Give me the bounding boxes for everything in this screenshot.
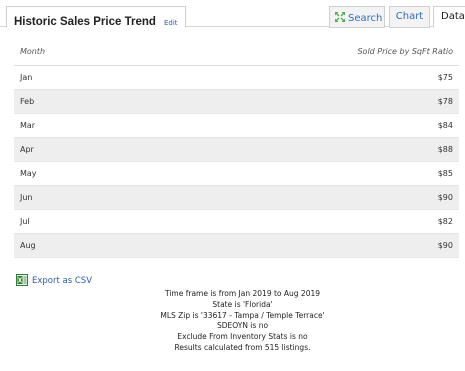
tab-data[interactable]: Data xyxy=(433,6,465,28)
table-row: May $85 xyxy=(14,162,459,186)
price-cell: $75 xyxy=(437,73,453,82)
table-row: Jun $90 xyxy=(14,186,459,210)
search-summary: Time frame is from Jan 2019 to Aug 2019 … xyxy=(80,289,405,354)
month-cell: May xyxy=(20,169,37,178)
tab-search[interactable]: Search xyxy=(329,6,385,28)
summary-line: MLS Zip is '33617 - Tampa / Temple Terra… xyxy=(160,310,325,320)
table-row: Jul $82 xyxy=(14,210,459,234)
summary-line: State is 'Florida' xyxy=(212,299,273,309)
tab-data-label: Data xyxy=(441,11,465,22)
edit-link[interactable]: Edit xyxy=(164,19,178,27)
export-csv-label: Export as CSV xyxy=(32,276,93,286)
table-row: Apr $88 xyxy=(14,138,459,162)
month-cell: Jul xyxy=(20,217,30,226)
price-cell: $78 xyxy=(437,97,453,106)
tab-search-label: Search xyxy=(348,13,383,24)
column-header-month: Month xyxy=(20,47,46,56)
summary-line: Time frame is from Jan 2019 to Aug 2019 xyxy=(164,289,321,298)
export-csv-link[interactable]: Export as CSV xyxy=(16,274,92,289)
month-cell: Apr xyxy=(20,145,34,154)
month-cell: Jan xyxy=(20,73,33,82)
month-cell: Aug xyxy=(20,241,36,250)
table-row: Feb $78 xyxy=(14,90,459,114)
title-tab: Historic Sales Price Trend Edit xyxy=(6,6,186,28)
price-cell: $85 xyxy=(437,169,453,178)
month-cell: Feb xyxy=(20,97,35,106)
summary-line: Results calculated from 515 listings. xyxy=(174,342,311,352)
price-cell: $84 xyxy=(437,121,453,130)
price-cell: $82 xyxy=(437,217,453,226)
widget-title: Historic Sales Price Trend xyxy=(14,16,156,28)
expand-arrows-icon xyxy=(334,11,346,26)
price-cell: $90 xyxy=(437,241,453,250)
summary-line: SDEOYN is no xyxy=(216,321,269,331)
price-cell: $88 xyxy=(437,145,453,154)
month-cell: Mar xyxy=(20,121,36,130)
table-header: Month Sold Price by SqFt Ratio xyxy=(14,40,459,66)
price-table: Month Sold Price by SqFt Ratio Jan $75 F… xyxy=(14,40,459,258)
column-header-price: Sold Price by SqFt Ratio xyxy=(357,47,453,56)
tab-chart-label: Chart xyxy=(395,11,424,22)
table-row: Mar $84 xyxy=(14,114,459,138)
price-cell: $90 xyxy=(437,193,453,202)
tab-chart[interactable]: Chart xyxy=(389,6,430,28)
month-cell: Jun xyxy=(20,193,33,202)
excel-file-icon xyxy=(16,274,28,289)
table-row: Aug $90 xyxy=(14,234,459,258)
summary-line: Exclude From Inventory Stats is no xyxy=(177,332,308,342)
table-row: Jan $75 xyxy=(14,66,459,90)
